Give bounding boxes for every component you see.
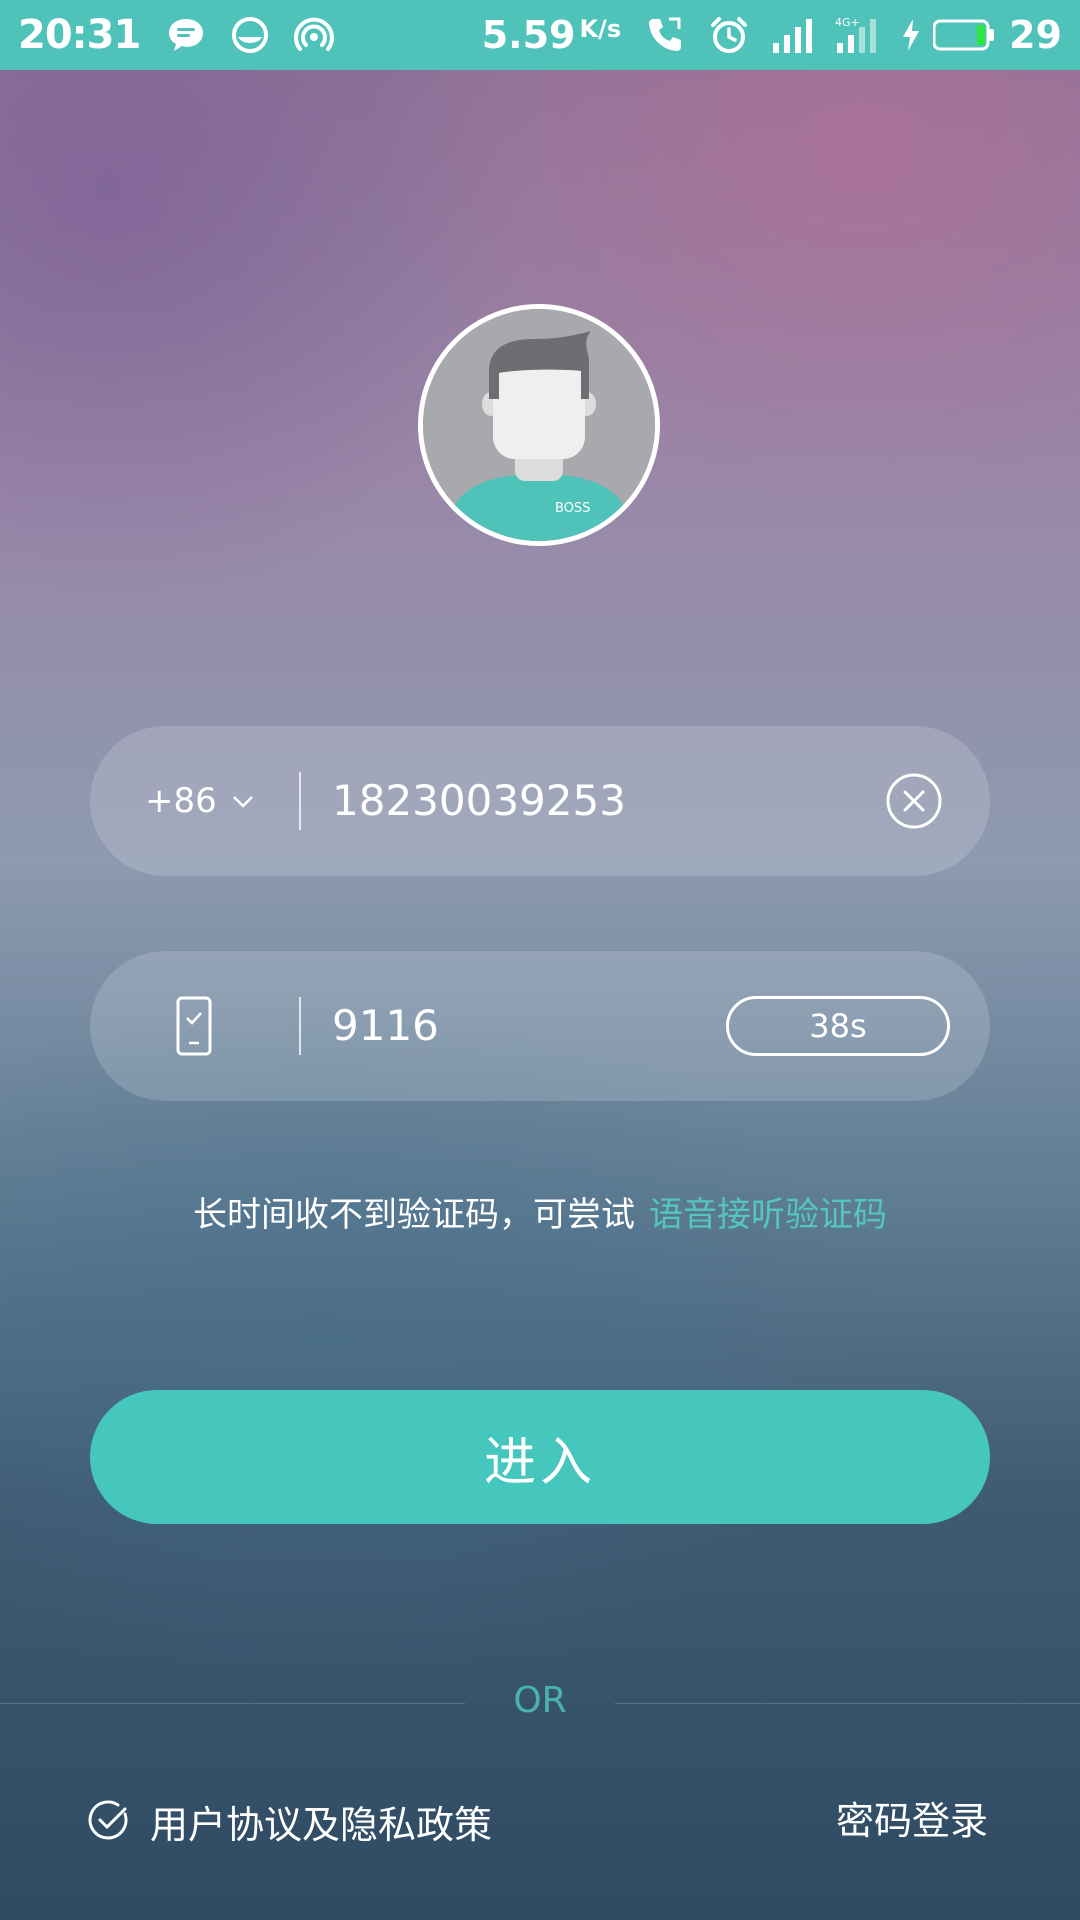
battery-icon (933, 13, 995, 57)
password-login-link[interactable]: 密码登录 (836, 1796, 988, 1846)
agreement-link[interactable]: 用户协议及隐私政策 (88, 1796, 493, 1847)
signal-icon (771, 13, 815, 57)
signal-4g-icon: 4G+ (835, 13, 879, 57)
field-divider (299, 997, 301, 1055)
network-speed-unit: K/s (579, 15, 622, 43)
close-icon (886, 773, 942, 829)
network-type-label: 4G+ (835, 16, 860, 29)
separator-line-left (0, 1703, 465, 1704)
voice-code-link[interactable]: 语音接听验证码 (649, 1195, 887, 1235)
message-icon (164, 13, 208, 57)
chevron-down-icon (231, 789, 255, 813)
charging-icon (899, 13, 923, 57)
status-time: 20:31 (18, 12, 141, 58)
separator-line-right (615, 1703, 1080, 1704)
status-bar: 20:31 5.59 K/s 4G+ 29 (0, 0, 1080, 70)
or-separator: OR (513, 1680, 567, 1721)
verification-input-group: 9116 38s (90, 951, 990, 1101)
agreement-label: 用户协议及隐私政策 (150, 1802, 493, 1847)
network-speed: 5.59 (481, 13, 576, 57)
battery-level: 29 (1009, 13, 1062, 57)
avatar-badge: BOSS (555, 501, 590, 516)
country-code-selector[interactable]: +86 (145, 774, 255, 828)
browser-icon (228, 13, 272, 57)
country-code: +86 (145, 781, 217, 821)
status-right: 5.59 K/s 4G+ 29 (482, 13, 1062, 57)
hotspot-icon (292, 13, 336, 57)
avatar-illustration: BOSS (423, 309, 655, 541)
resend-countdown-button[interactable]: 38s (726, 996, 950, 1056)
check-circle-icon[interactable] (88, 1800, 130, 1842)
avatar[interactable]: BOSS (418, 304, 660, 546)
alarm-icon (707, 13, 751, 57)
phone-number-input[interactable]: 18230039253 (332, 770, 832, 832)
clear-button[interactable] (885, 772, 943, 830)
phone-input-group: +86 18230039253 (90, 726, 990, 876)
login-screen: 20:31 5.59 K/s 4G+ 29 BOSS +86 182300392… (0, 0, 1080, 1920)
hint-text: 长时间收不到验证码，可尝试 语音接听验证码 (0, 1190, 1080, 1240)
hint-message: 长时间收不到验证码，可尝试 (193, 1195, 635, 1235)
enter-button[interactable]: 进入 (90, 1390, 990, 1524)
phone-verify-icon (176, 996, 212, 1056)
call-icon (643, 13, 687, 57)
field-divider (299, 772, 301, 830)
